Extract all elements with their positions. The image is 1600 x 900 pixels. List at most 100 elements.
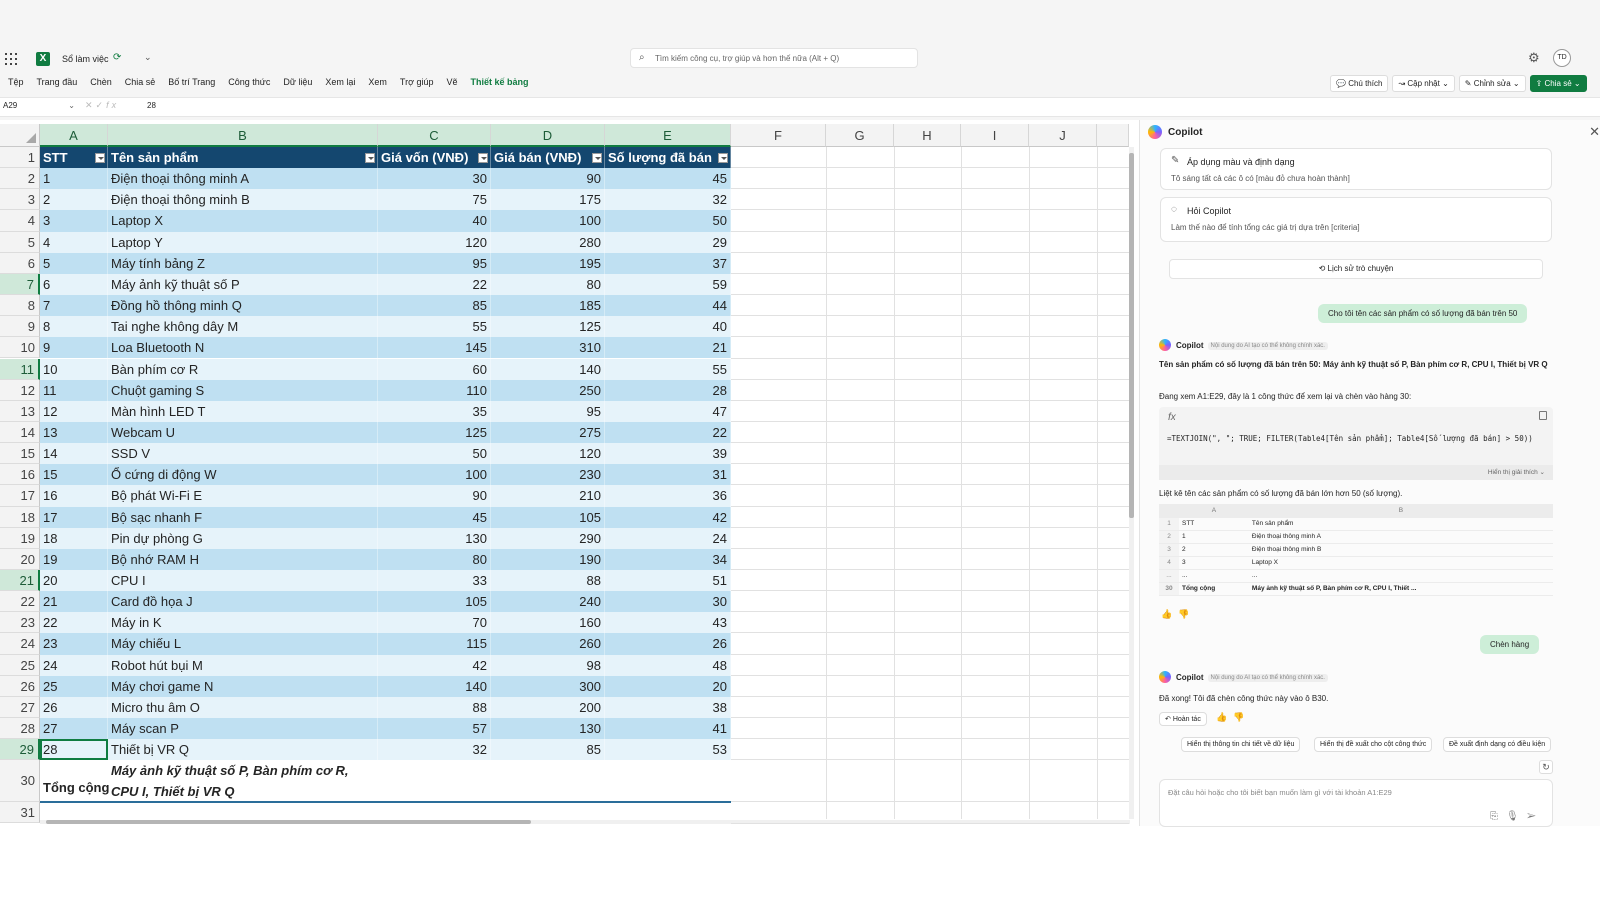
- app-launcher-icon[interactable]: [5, 53, 17, 65]
- tab-file[interactable]: Tệp: [8, 77, 24, 87]
- insert-row-button[interactable]: Chèn hàng: [1480, 635, 1540, 654]
- table-cell[interactable]: 60: [378, 358, 491, 380]
- send-icon[interactable]: ➢: [1527, 811, 1544, 822]
- table-cell[interactable]: 12: [40, 400, 108, 422]
- tab-page-layout[interactable]: Bố trí Trang: [168, 77, 215, 87]
- table-cell[interactable]: Bộ sạc nhanh F: [108, 506, 378, 528]
- tab-help[interactable]: Trợ giúp: [400, 77, 434, 87]
- table-cell[interactable]: 260: [491, 633, 605, 655]
- table-cell[interactable]: 13: [40, 421, 108, 444]
- table-cell[interactable]: 95: [378, 252, 491, 274]
- row-header[interactable]: 5: [0, 231, 40, 253]
- table-cell[interactable]: 105: [491, 506, 605, 528]
- table-cell[interactable]: 90: [491, 168, 605, 190]
- table-cell[interactable]: 5: [40, 252, 108, 274]
- table-cell[interactable]: Máy chiếu L: [108, 633, 378, 655]
- table-cell[interactable]: 80: [378, 548, 491, 570]
- table-cell[interactable]: 105: [378, 591, 491, 613]
- table-cell[interactable]: 53: [605, 739, 731, 761]
- table-cell[interactable]: 22: [378, 273, 491, 296]
- horizontal-scroll-thumb[interactable]: [46, 820, 531, 824]
- filter-dropdown-icon[interactable]: [718, 153, 728, 163]
- chevron-down-icon[interactable]: ⌄: [144, 52, 152, 63]
- table-cell[interactable]: 42: [378, 654, 491, 676]
- table-cell[interactable]: 18: [40, 527, 108, 549]
- copy-icon[interactable]: [1539, 411, 1547, 420]
- table-cell[interactable]: 250: [491, 379, 605, 401]
- row-header[interactable]: 11: [0, 358, 40, 380]
- table-cell[interactable]: 16: [40, 485, 108, 507]
- table-header-cell[interactable]: Số lượng đã bán: [605, 147, 731, 169]
- table-cell[interactable]: 1: [40, 168, 108, 190]
- table-cell[interactable]: 31: [605, 464, 731, 486]
- table-cell[interactable]: 98: [491, 654, 605, 676]
- table-cell[interactable]: 275: [491, 421, 605, 444]
- table-cell[interactable]: 41: [605, 718, 731, 740]
- tab-home[interactable]: Trang đầu: [37, 77, 78, 87]
- table-cell[interactable]: 28: [605, 379, 731, 401]
- row-header[interactable]: 4: [0, 210, 40, 232]
- table-cell[interactable]: Thiết bị VR Q: [108, 739, 378, 761]
- row-header[interactable]: 15: [0, 443, 40, 465]
- table-cell[interactable]: CPU I: [108, 570, 378, 592]
- table-cell[interactable]: 100: [491, 210, 605, 232]
- comments-button[interactable]: 💬 Chú thích: [1330, 75, 1389, 92]
- table-cell[interactable]: 24: [605, 527, 731, 549]
- spreadsheet-grid[interactable]: A B C D E F G H I J 1 2 3 4 5 6 7 8 9 10 11 12 13 14 15 16 17 18 19 2…: [0, 124, 1139, 824]
- refresh-icon[interactable]: ↻: [1539, 760, 1553, 774]
- filter-dropdown-icon[interactable]: [365, 153, 375, 163]
- row-header[interactable]: 2: [0, 168, 40, 190]
- table-cell[interactable]: 88: [491, 570, 605, 592]
- row-header[interactable]: 19: [0, 527, 40, 549]
- row-header[interactable]: 7: [0, 273, 40, 296]
- table-cell[interactable]: 185: [491, 295, 605, 317]
- table-cell[interactable]: 21: [40, 591, 108, 613]
- row-header[interactable]: 13: [0, 400, 40, 422]
- table-cell[interactable]: 145: [378, 337, 491, 359]
- table-header-cell[interactable]: Giá vốn (VNĐ): [378, 147, 491, 169]
- table-cell[interactable]: 21: [605, 337, 731, 359]
- catch-up-button[interactable]: ↝ Cập nhật ⌄: [1392, 75, 1455, 92]
- table-cell[interactable]: Máy chơi game N: [108, 675, 378, 697]
- table-cell[interactable]: 95: [491, 400, 605, 422]
- table-cell[interactable]: 43: [605, 612, 731, 634]
- table-cell[interactable]: 47: [605, 400, 731, 422]
- table-cell[interactable]: 35: [378, 400, 491, 422]
- total-value-cell[interactable]: Máy ảnh kỹ thuật số P, Bàn phím cơ R, CP…: [108, 760, 382, 802]
- table-cell[interactable]: 80: [491, 273, 605, 296]
- filter-dropdown-icon[interactable]: [478, 153, 488, 163]
- table-cell[interactable]: 26: [605, 633, 731, 655]
- table-cell[interactable]: 19: [40, 548, 108, 570]
- table-cell[interactable]: 33: [378, 570, 491, 592]
- column-header-d[interactable]: D: [491, 124, 605, 147]
- vertical-scroll-thumb[interactable]: [1129, 153, 1134, 518]
- tab-view[interactable]: Xem: [368, 77, 387, 87]
- thumbs-up-icon[interactable]: 👍: [1216, 712, 1233, 722]
- row-header[interactable]: 9: [0, 316, 40, 338]
- table-cell[interactable]: 230: [491, 464, 605, 486]
- table-cell[interactable]: 120: [491, 443, 605, 465]
- close-icon[interactable]: ✕: [1589, 124, 1600, 140]
- column-header-e[interactable]: E: [605, 124, 731, 147]
- column-header-c[interactable]: C: [378, 124, 491, 147]
- tab-table-design[interactable]: Thiết kế bảng: [471, 77, 529, 87]
- table-cell[interactable]: 40: [605, 316, 731, 338]
- table-cell[interactable]: 130: [491, 718, 605, 740]
- table-cell[interactable]: Chuột gaming S: [108, 379, 378, 401]
- prompt-card-format[interactable]: ✎ Áp dụng màu và định dạng Tô sáng tất c…: [1160, 148, 1552, 190]
- table-cell[interactable]: Robot hút bụi M: [108, 654, 378, 676]
- table-cell[interactable]: 45: [605, 168, 731, 190]
- editing-button[interactable]: ✎ Chỉnh sửa ⌄: [1458, 75, 1526, 92]
- row-header[interactable]: 31: [0, 802, 40, 824]
- row-header[interactable]: 6: [0, 252, 40, 274]
- attach-icon[interactable]: ⎘: [1490, 811, 1506, 822]
- table-cell[interactable]: 34: [605, 548, 731, 570]
- tab-formulas[interactable]: Công thức: [228, 77, 270, 87]
- table-cell[interactable]: 310: [491, 337, 605, 359]
- table-cell[interactable]: Tai nghe không dây M: [108, 316, 378, 338]
- table-cell[interactable]: Bộ nhớ RAM H: [108, 548, 378, 570]
- select-all-corner[interactable]: [0, 124, 40, 147]
- table-cell[interactable]: 130: [378, 527, 491, 549]
- row-header[interactable]: 23: [0, 612, 40, 634]
- table-cell[interactable]: 160: [491, 612, 605, 634]
